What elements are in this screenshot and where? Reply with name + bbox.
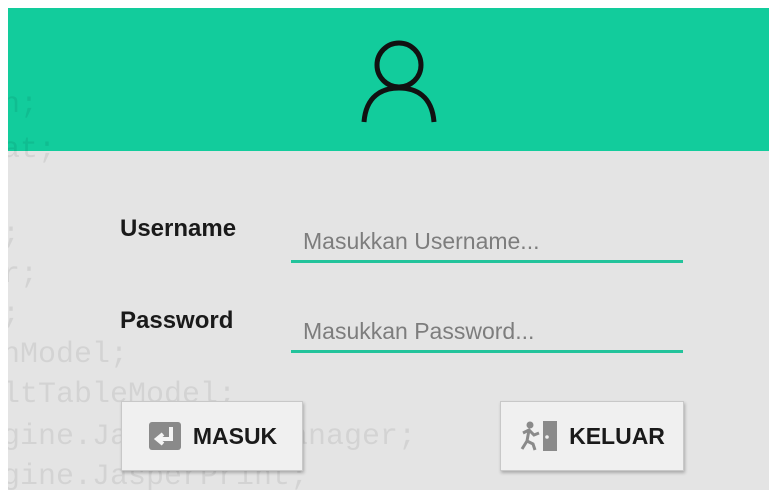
code-line: r; [8,258,39,292]
header-bar [8,8,769,151]
keluar-button[interactable]: KELUAR [500,401,684,471]
code-line: nModel; [8,338,129,372]
code-line: ; [8,218,20,252]
masuk-button[interactable]: MASUK [121,401,303,471]
keluar-label: KELUAR [569,422,665,449]
exit-door-icon [519,419,559,453]
masuk-label: MASUK [192,422,278,449]
login-arrow-icon [147,420,183,452]
user-icon [361,40,437,123]
code-line: ; [8,298,20,332]
username-input[interactable] [291,223,683,263]
password-label: Password [120,307,234,334]
login-window: n; at; ; r; ; nModel; ltTableModel; gine… [8,8,769,490]
username-label: Username [120,215,237,242]
password-input[interactable] [291,313,683,353]
